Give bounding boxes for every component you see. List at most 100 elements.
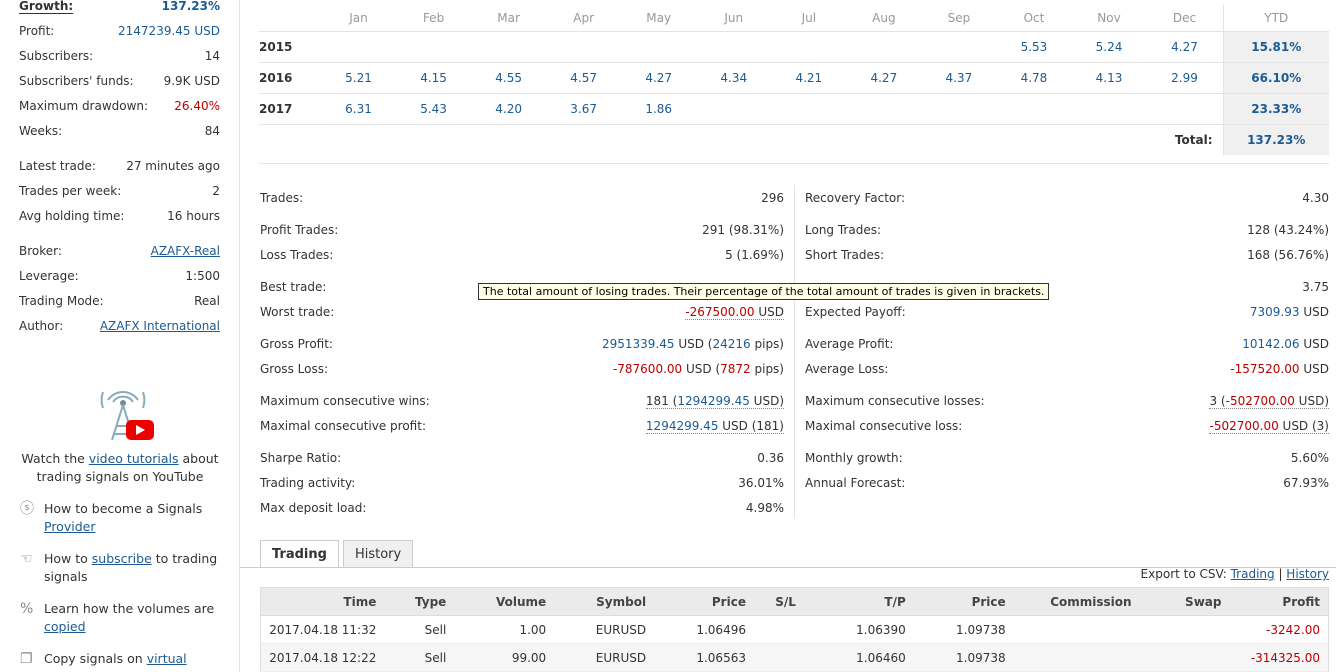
stat-value: 84: [204, 124, 220, 138]
provider-link[interactable]: Provider: [44, 519, 95, 534]
column-header: Dec: [1146, 5, 1223, 32]
table-row: 2016 5.21 4.15 4.55 4.57 4.27 4.34 4.21 4.27 4.3…: [259, 62, 1329, 94]
month-cell: 5.21: [321, 62, 397, 94]
export-csv: Export to CSV: Trading | History: [1141, 567, 1329, 581]
help-text: How to: [44, 551, 92, 566]
table-row: 2017 6.31 5.43 4.20 3.67 1.86 23.33%: [259, 93, 1329, 125]
stat-label: Maximal consecutive profit:: [260, 419, 426, 433]
cell-type: Sell: [384, 643, 455, 672]
stat-subscribers: Subscribers: 14: [19, 46, 220, 66]
stat-max-consecutive-wins: Maximum consecutive wins: 181 (1294299.45…: [260, 391, 784, 411]
value-number: -502700.00: [1225, 393, 1295, 408]
stat-label: Gross Loss:: [260, 362, 328, 376]
month-cell: 4.78: [996, 62, 1072, 94]
year-cell: 2017: [259, 93, 321, 125]
export-trading-link[interactable]: Trading: [1231, 567, 1275, 581]
stat-label: Annual Forecast:: [805, 476, 906, 490]
value-unit: USD (3): [1278, 418, 1329, 433]
value-unit: USD: [754, 304, 784, 319]
month-cell: 4.27: [846, 62, 922, 94]
virtual-link[interactable]: virtual: [147, 651, 187, 666]
month-cell: 4.34: [696, 62, 772, 94]
stat-label: Average Loss:: [805, 362, 889, 376]
month-cell: 4.27: [621, 62, 697, 94]
table-header-row: Jan Feb Mar Apr May Jun Jul Aug Sep Oct …: [259, 5, 1329, 32]
column-header: Feb: [396, 5, 472, 32]
stat-avg-holding: Avg holding time: 16 hours: [19, 206, 220, 226]
cell-price: 1.09738: [913, 643, 1014, 672]
author-link[interactable]: AZAFX International: [100, 319, 220, 333]
stat-label: Maximum drawdown:: [19, 99, 149, 113]
stat-expected-payoff: Expected Payoff: 7309.93 USD: [805, 302, 1329, 322]
subscribe-link[interactable]: subscribe: [92, 551, 152, 566]
month-cell: 6.31: [321, 93, 397, 125]
stat-value: 4.30: [1302, 191, 1329, 205]
value-unit: USD (181): [718, 418, 784, 433]
stat-value: Real: [194, 294, 220, 308]
percent-icon: %: [20, 601, 34, 617]
stat-label: Maximum consecutive losses:: [805, 394, 985, 408]
stat-value: 2: [212, 184, 220, 198]
value-count: 181 (: [645, 393, 678, 408]
table-row: 2017.04.18 11:32 Sell 1.00 EURUSD 1.0649…: [260, 615, 1329, 644]
stat-label: Trades:: [260, 191, 304, 205]
cell-price: 1.06563: [654, 643, 754, 672]
stat-broker: Broker: AZAFX-Real: [19, 241, 220, 261]
column-header: Price: [654, 587, 754, 616]
stat-value: 67.93%: [1283, 476, 1329, 490]
video-tutorials-link[interactable]: video tutorials: [89, 451, 179, 466]
month-cell: [546, 31, 622, 63]
stat-value: 5 (1.69%): [725, 248, 784, 262]
value-pips: 24216: [712, 337, 751, 351]
total-value: 137.23%: [1222, 124, 1329, 155]
year-cell: 2016: [259, 62, 321, 94]
column-header: S/L: [753, 587, 804, 616]
column-header: Jul: [771, 5, 847, 32]
tab-history[interactable]: History: [342, 540, 414, 568]
value-unit: USD: [1299, 305, 1329, 319]
total-label: Total:: [1174, 132, 1213, 147]
youtube-signal-icon[interactable]: [94, 378, 156, 444]
stat-profit: Profit: 2147239.45 USD: [19, 21, 220, 41]
stat-label: Avg holding time:: [19, 209, 125, 223]
broker-link[interactable]: AZAFX-Real: [151, 244, 220, 258]
value-unit: pips): [750, 337, 784, 351]
month-cell: 5.24: [1071, 31, 1147, 63]
dollar-icon: ⓢ: [20, 501, 34, 517]
help-text: Copy signals on: [44, 651, 147, 666]
value-number: 1294299.45: [677, 393, 750, 408]
stat-label: Loss Trades:: [260, 248, 334, 262]
stat-subscribers-funds: Subscribers' funds: 9.9K USD: [19, 71, 220, 91]
tab-trading[interactable]: Trading: [260, 540, 339, 568]
stat-value: 10142.06 USD: [1242, 337, 1329, 351]
stat-profit-trades: Profit Trades: 291 (98.31%): [260, 220, 784, 240]
cell-symbol: EURUSD: [554, 615, 655, 644]
column-header: Oct: [996, 5, 1072, 32]
export-history-link[interactable]: History: [1286, 567, 1329, 581]
stat-recovery-factor: Recovery Factor: 4.30: [805, 188, 1329, 208]
copied-link[interactable]: copied: [44, 619, 86, 634]
cell-tp: 1.06460: [803, 643, 914, 672]
month-cell: 4.21: [771, 62, 847, 94]
stat-value: 2951339.45 USD (24216 pips): [602, 337, 784, 351]
stat-average-loss: Average Loss: -157520.00 USD: [805, 359, 1329, 379]
stat-value: 1:500: [185, 269, 220, 283]
month-cell: [996, 93, 1072, 125]
column-header: T/P: [803, 587, 914, 616]
stat-leverage: Leverage: 1:500: [19, 266, 220, 286]
youtube-text: Watch the: [21, 451, 89, 466]
stat-label: Profit Trades:: [260, 223, 339, 237]
stat-label: Sharpe Ratio:: [260, 451, 342, 465]
column-header: Profit: [1229, 587, 1329, 616]
month-cell: [621, 31, 697, 63]
cell-volume: 1.00: [454, 615, 555, 644]
cell-profit: -314325.00: [1229, 643, 1329, 672]
stat-value: 181 (1294299.45 USD): [645, 393, 784, 409]
stat-value: -502700.00 USD (3): [1209, 419, 1329, 434]
year-cell: 2015: [259, 31, 321, 63]
stat-value: 128 (43.24%): [1247, 223, 1329, 237]
cell-commission: [1013, 643, 1140, 672]
table-row: 2017.04.18 12:22 Sell 99.00 EURUSD 1.065…: [260, 643, 1329, 672]
month-cell: [1146, 93, 1223, 125]
table-header-row: Time Type Volume Symbol Price S/L T/P Pr…: [260, 587, 1329, 616]
